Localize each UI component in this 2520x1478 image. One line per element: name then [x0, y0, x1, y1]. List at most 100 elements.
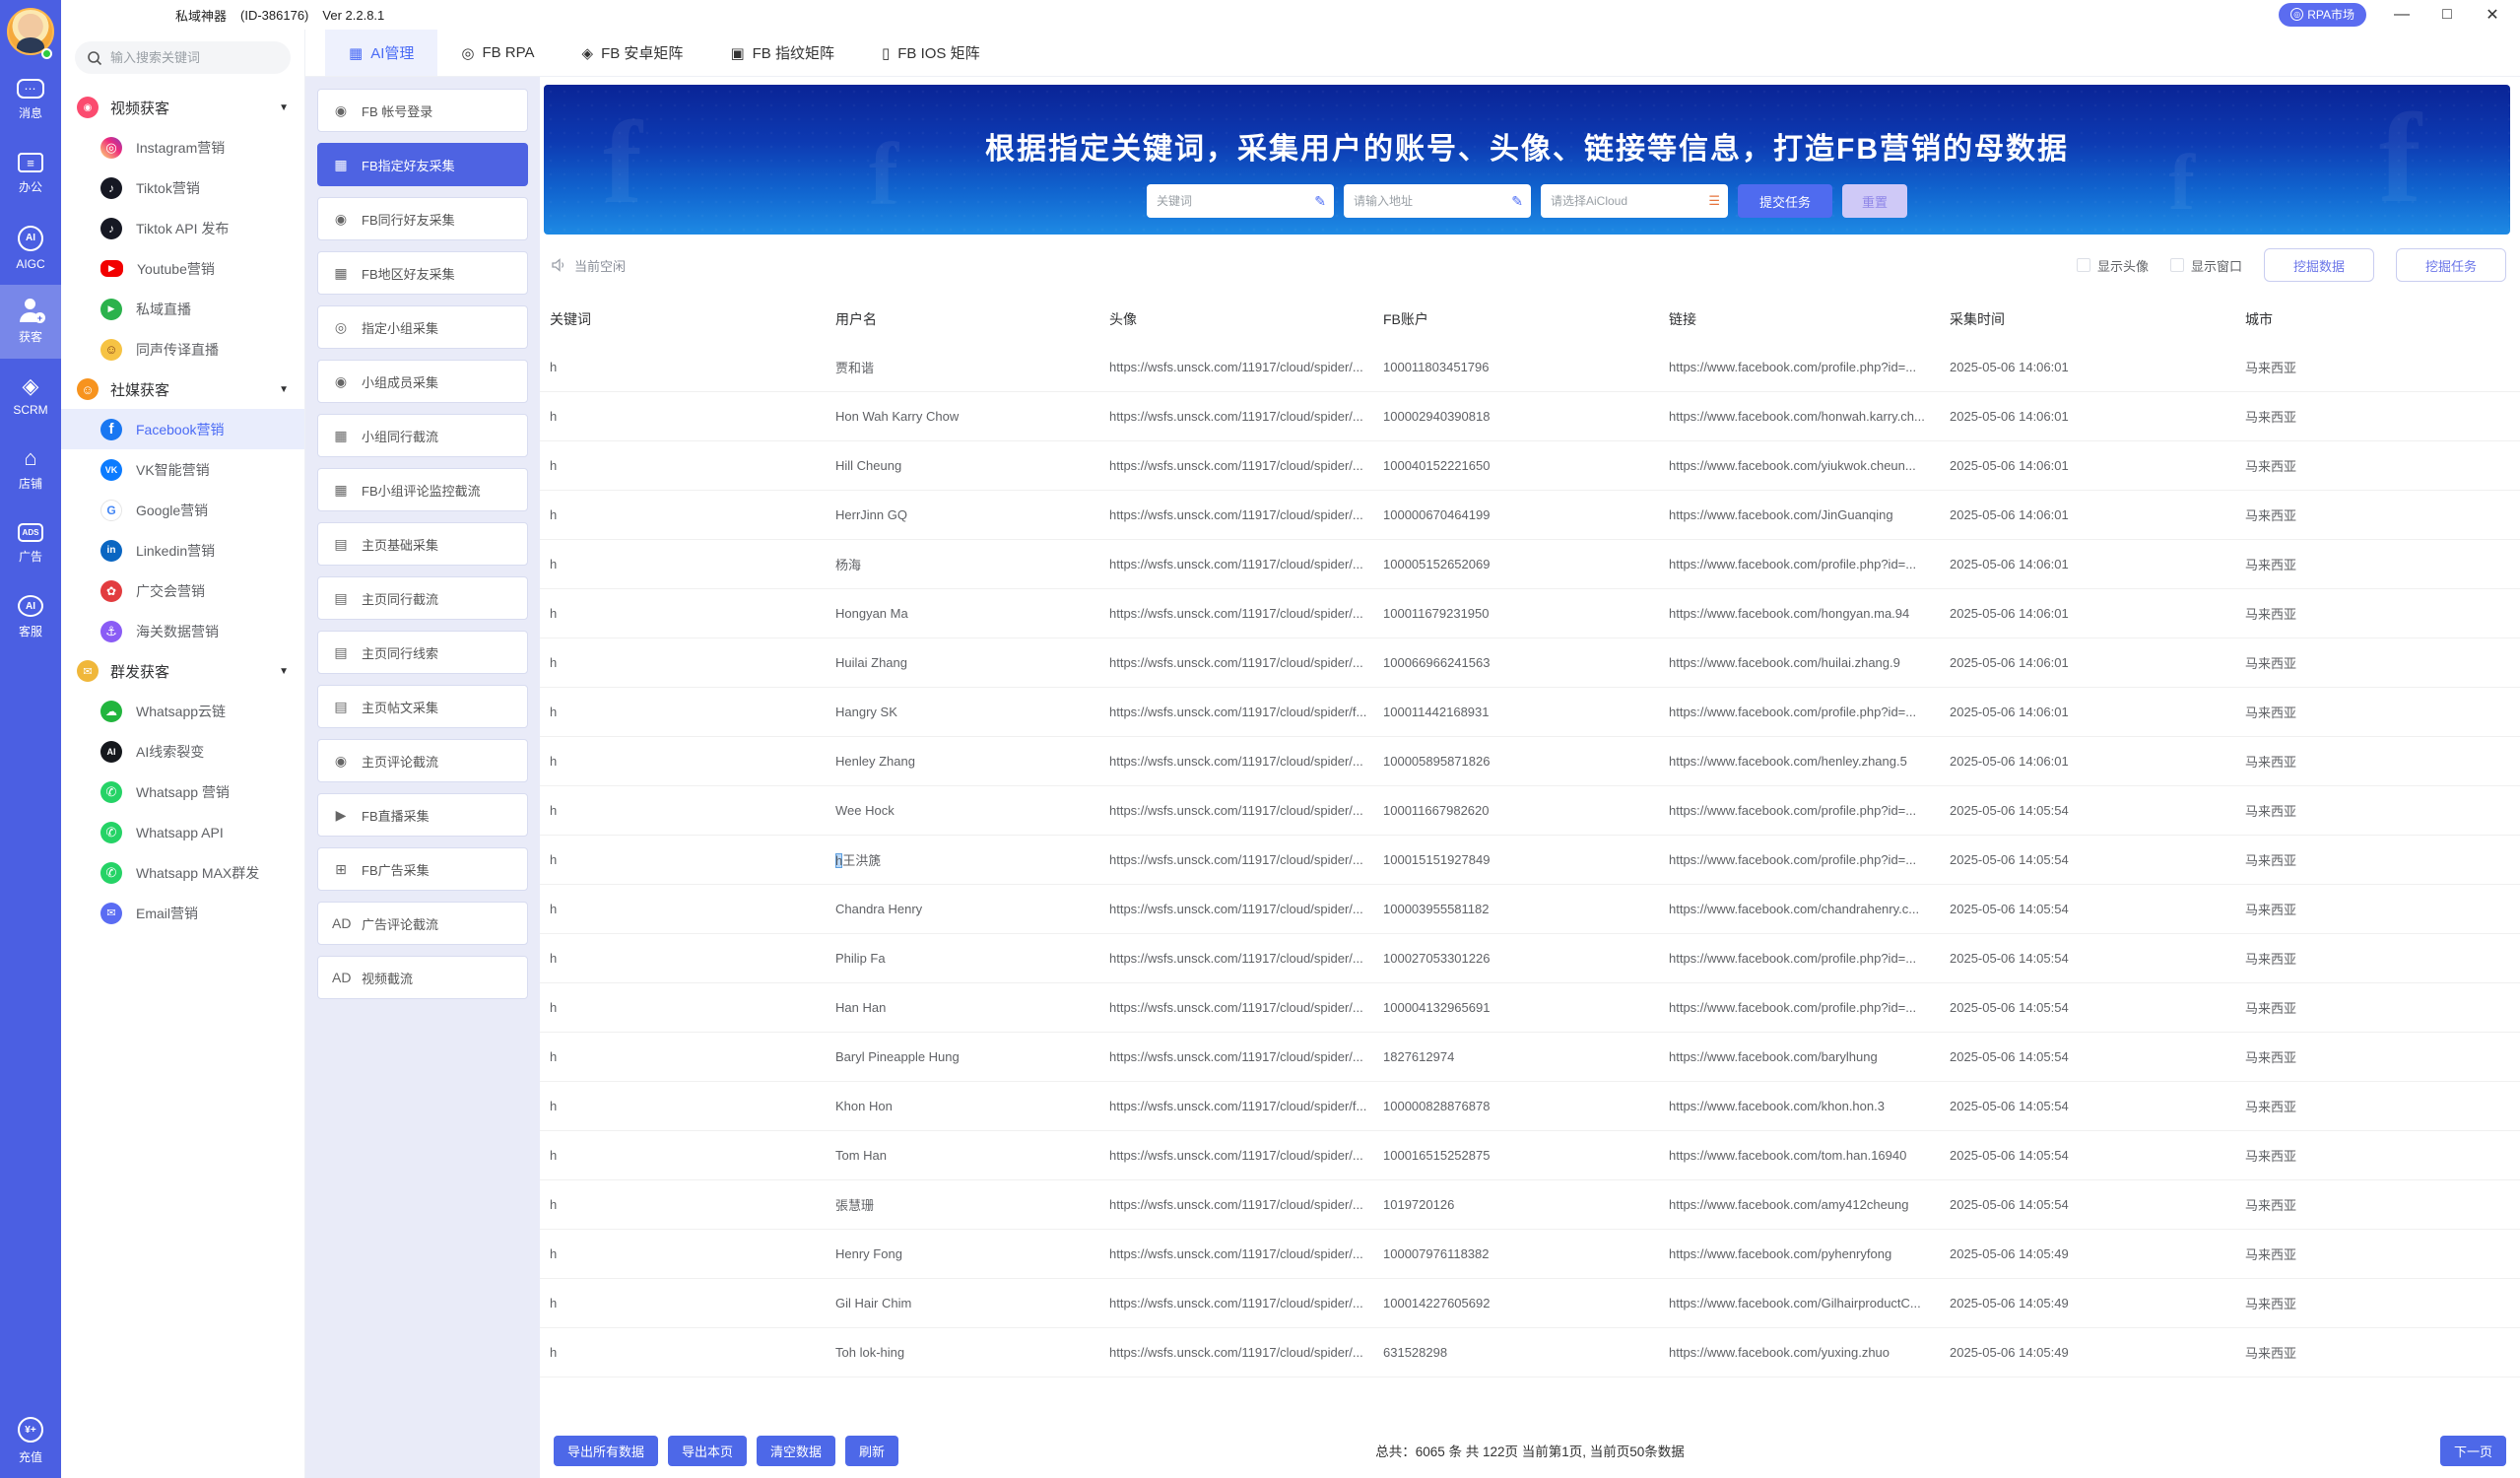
address-input[interactable] [1354, 194, 1511, 208]
fb-menu-page-peer-leads[interactable]: ▤主页同行线索 [317, 631, 528, 674]
next-page-button[interactable]: 下一页 [2440, 1436, 2506, 1466]
fb-menu-page-post-collect[interactable]: ▤主页帖文采集 [317, 685, 528, 728]
search-input[interactable] [110, 50, 258, 65]
user-avatar[interactable] [0, 0, 61, 63]
sidebar-group-1[interactable]: ☺社媒获客▼ [61, 370, 304, 409]
sidebar-item-google-marketing[interactable]: GGoogle营销 [61, 490, 304, 530]
fb-menu-friend-collect-designated[interactable]: ▦FB指定好友采集 [317, 143, 528, 186]
rail-item-office[interactable]: ≡办公 [0, 137, 61, 211]
submit-task-button[interactable]: 提交任务 [1738, 184, 1832, 218]
sidebar-item-whatsapp-api[interactable]: ✆Whatsapp API [61, 812, 304, 852]
table-row[interactable]: h杨海https://wsfs.unsck.com/11917/cloud/sp… [540, 540, 2520, 589]
sidebar-item-vk-marketing[interactable]: VKVK智能营销 [61, 449, 304, 490]
fb-menu-ad-comment-intercept[interactable]: AD广告评论截流 [317, 902, 528, 945]
rail-item-acquisition[interactable]: +获客 [0, 285, 61, 359]
aicloud-input[interactable] [1551, 194, 1708, 208]
table-row[interactable]: hHenry Fonghttps://wsfs.unsck.com/11917/… [540, 1230, 2520, 1279]
fb-menu-page-peer-intercept[interactable]: ▤主页同行截流 [317, 576, 528, 620]
sidebar-item-private-live[interactable]: ▶私域直播 [61, 289, 304, 329]
sidebar-item-canton-fair-marketing[interactable]: ✿广交会营销 [61, 571, 304, 611]
tab-fb-rpa[interactable]: ◎FB RPA [437, 30, 558, 76]
sidebar-item-simultaneous-translation-live[interactable]: ☺同声传译直播 [61, 329, 304, 370]
table-row[interactable]: hHon Wah Karry Chowhttps://wsfs.unsck.co… [540, 392, 2520, 441]
table-row[interactable]: hHenley Zhanghttps://wsfs.unsck.com/1191… [540, 737, 2520, 786]
fb-menu-group-peer-intercept[interactable]: ▦小组同行截流 [317, 414, 528, 457]
fb-menu-group-collect-designated[interactable]: ◎指定小组采集 [317, 305, 528, 349]
tab-fb-fingerprint-matrix[interactable]: ▣FB 指纹矩阵 [706, 30, 858, 76]
table-row[interactable]: hHerrJinn GQhttps://wsfs.unsck.com/11917… [540, 491, 2520, 540]
rpa-market-button[interactable]: ◎ RPA市场 [2279, 3, 2366, 27]
sidebar-item-whatsapp-cloud-chain[interactable]: ☁Whatsapp云链 [61, 691, 304, 731]
rail-item-ads[interactable]: ADS广告 [0, 506, 61, 580]
cell-link: https://www.facebook.com/henley.zhang.5 [1659, 754, 1940, 769]
sidebar-item-whatsapp-max-bulk[interactable]: ✆Whatsapp MAX群发 [61, 852, 304, 893]
show-avatar-checkbox[interactable]: 显示头像 [2077, 256, 2149, 275]
table-row[interactable]: h張慧珊https://wsfs.unsck.com/11917/cloud/s… [540, 1180, 2520, 1230]
rail-item-service[interactable]: AI客服 [0, 580, 61, 654]
export-all-button[interactable]: 导出所有数据 [554, 1436, 658, 1466]
table-row[interactable]: hPhilip Fahttps://wsfs.unsck.com/11917/c… [540, 934, 2520, 983]
fb-menu-group-comment-monitor-intercept[interactable]: ▦FB小组评论监控截流 [317, 468, 528, 511]
maximize-button[interactable]: □ [2437, 6, 2457, 24]
table-row[interactable]: hWee Hockhttps://wsfs.unsck.com/11917/cl… [540, 786, 2520, 836]
cell-username: Khon Hon [826, 1099, 1099, 1113]
reset-button[interactable]: 重置 [1842, 184, 1907, 218]
sidebar-item-ai-lead-fission[interactable]: AIAI线索裂变 [61, 731, 304, 772]
rail-item-recharge[interactable]: ¥+充值 [0, 1404, 61, 1478]
fb-menu-video-intercept[interactable]: AD视频截流 [317, 956, 528, 999]
fb-menu-page-basic-collect[interactable]: ▤主页基础采集 [317, 522, 528, 566]
table-row[interactable]: hHangry SKhttps://wsfs.unsck.com/11917/c… [540, 688, 2520, 737]
fb-menu-friend-collect-peer[interactable]: ◉FB同行好友采集 [317, 197, 528, 240]
fb-menu-group-member-collect[interactable]: ◉小组成员采集 [317, 360, 528, 403]
export-page-button[interactable]: 导出本页 [668, 1436, 747, 1466]
mine-data-button[interactable]: 挖掘数据 [2264, 248, 2374, 282]
fb-menu-account-login[interactable]: ◉FB 帐号登录 [317, 89, 528, 132]
tab-fb-ios-matrix[interactable]: ▯FB IOS 矩阵 [858, 30, 1004, 76]
sidebar-item-email-marketing[interactable]: ✉Email营销 [61, 893, 304, 933]
sidebar-search[interactable] [75, 41, 291, 74]
table-row[interactable]: hHan Hanhttps://wsfs.unsck.com/11917/clo… [540, 983, 2520, 1033]
sidebar-item-customs-data-marketing[interactable]: ⚓海关数据营销 [61, 611, 304, 651]
cell-avatar-url: https://wsfs.unsck.com/11917/cloud/spide… [1099, 1000, 1373, 1015]
fb-menu-live-collect[interactable]: ▶FB直播采集 [317, 793, 528, 837]
close-button[interactable]: ✕ [2483, 5, 2502, 25]
minimize-button[interactable]: — [2392, 6, 2412, 24]
table-row[interactable]: hGil Hair Chimhttps://wsfs.unsck.com/119… [540, 1279, 2520, 1328]
fb-menu-ad-collect[interactable]: ⊞FB广告采集 [317, 847, 528, 891]
sidebar-group-2[interactable]: ✉群发获客▼ [61, 651, 304, 691]
clear-data-button[interactable]: 清空数据 [757, 1436, 835, 1466]
aicloud-select[interactable]: ☰ [1541, 184, 1728, 218]
table-row[interactable]: hTom Hanhttps://wsfs.unsck.com/11917/clo… [540, 1131, 2520, 1180]
tab-fb-android-matrix[interactable]: ◈FB 安卓矩阵 [559, 30, 707, 76]
sidebar-item-instagram-marketing[interactable]: ◎Instagram营销 [61, 127, 304, 168]
table-row[interactable]: hBaryl Pineapple Hunghttps://wsfs.unsck.… [540, 1033, 2520, 1082]
table-row[interactable]: h贾和谐https://wsfs.unsck.com/11917/cloud/s… [540, 343, 2520, 392]
rail-item-scrm[interactable]: ◈SCRM [0, 359, 61, 433]
table-row[interactable]: hHongyan Mahttps://wsfs.unsck.com/11917/… [540, 589, 2520, 638]
edit-form-icon[interactable]: ✎ [1314, 193, 1326, 210]
refresh-button[interactable]: 刷新 [845, 1436, 898, 1466]
table-row[interactable]: hChandra Henryhttps://wsfs.unsck.com/119… [540, 885, 2520, 934]
sidebar-item-youtube-marketing[interactable]: ▶Youtube营销 [61, 248, 304, 289]
sidebar-item-facebook-marketing[interactable]: fFacebook营销 [61, 409, 304, 449]
table-row[interactable]: hh王洪篪https://wsfs.unsck.com/11917/cloud/… [540, 836, 2520, 885]
sidebar-item-tiktok-api-publish[interactable]: ♪Tiktok API 发布 [61, 208, 304, 248]
sidebar-item-tiktok-marketing[interactable]: ♪Tiktok营销 [61, 168, 304, 208]
tab-ai-manage[interactable]: ▦AI管理 [325, 30, 437, 76]
rail-item-messages[interactable]: ⋯消息 [0, 63, 61, 137]
sidebar-item-linkedin-marketing[interactable]: inLinkedin营销 [61, 530, 304, 571]
fb-menu-friend-collect-region[interactable]: ▦FB地区好友采集 [317, 251, 528, 295]
edit-form-icon[interactable]: ✎ [1511, 193, 1523, 210]
sidebar-group-0[interactable]: ◉视频获客▼ [61, 88, 304, 127]
table-row[interactable]: hToh lok-hinghttps://wsfs.unsck.com/1191… [540, 1328, 2520, 1377]
show-window-checkbox[interactable]: 显示窗口 [2170, 256, 2242, 275]
rail-item-aigc[interactable]: AIAIGC [0, 211, 61, 285]
table-row[interactable]: hHill Cheunghttps://wsfs.unsck.com/11917… [540, 441, 2520, 491]
sidebar-item-whatsapp-marketing[interactable]: ✆Whatsapp 营销 [61, 772, 304, 812]
fb-menu-page-comment-intercept[interactable]: ◉主页评论截流 [317, 739, 528, 782]
mine-task-button[interactable]: 挖掘任务 [2396, 248, 2506, 282]
rail-item-shop[interactable]: ⌂店铺 [0, 433, 61, 506]
table-row[interactable]: hKhon Honhttps://wsfs.unsck.com/11917/cl… [540, 1082, 2520, 1131]
keyword-input[interactable] [1157, 194, 1314, 208]
table-row[interactable]: hHuilai Zhanghttps://wsfs.unsck.com/1191… [540, 638, 2520, 688]
